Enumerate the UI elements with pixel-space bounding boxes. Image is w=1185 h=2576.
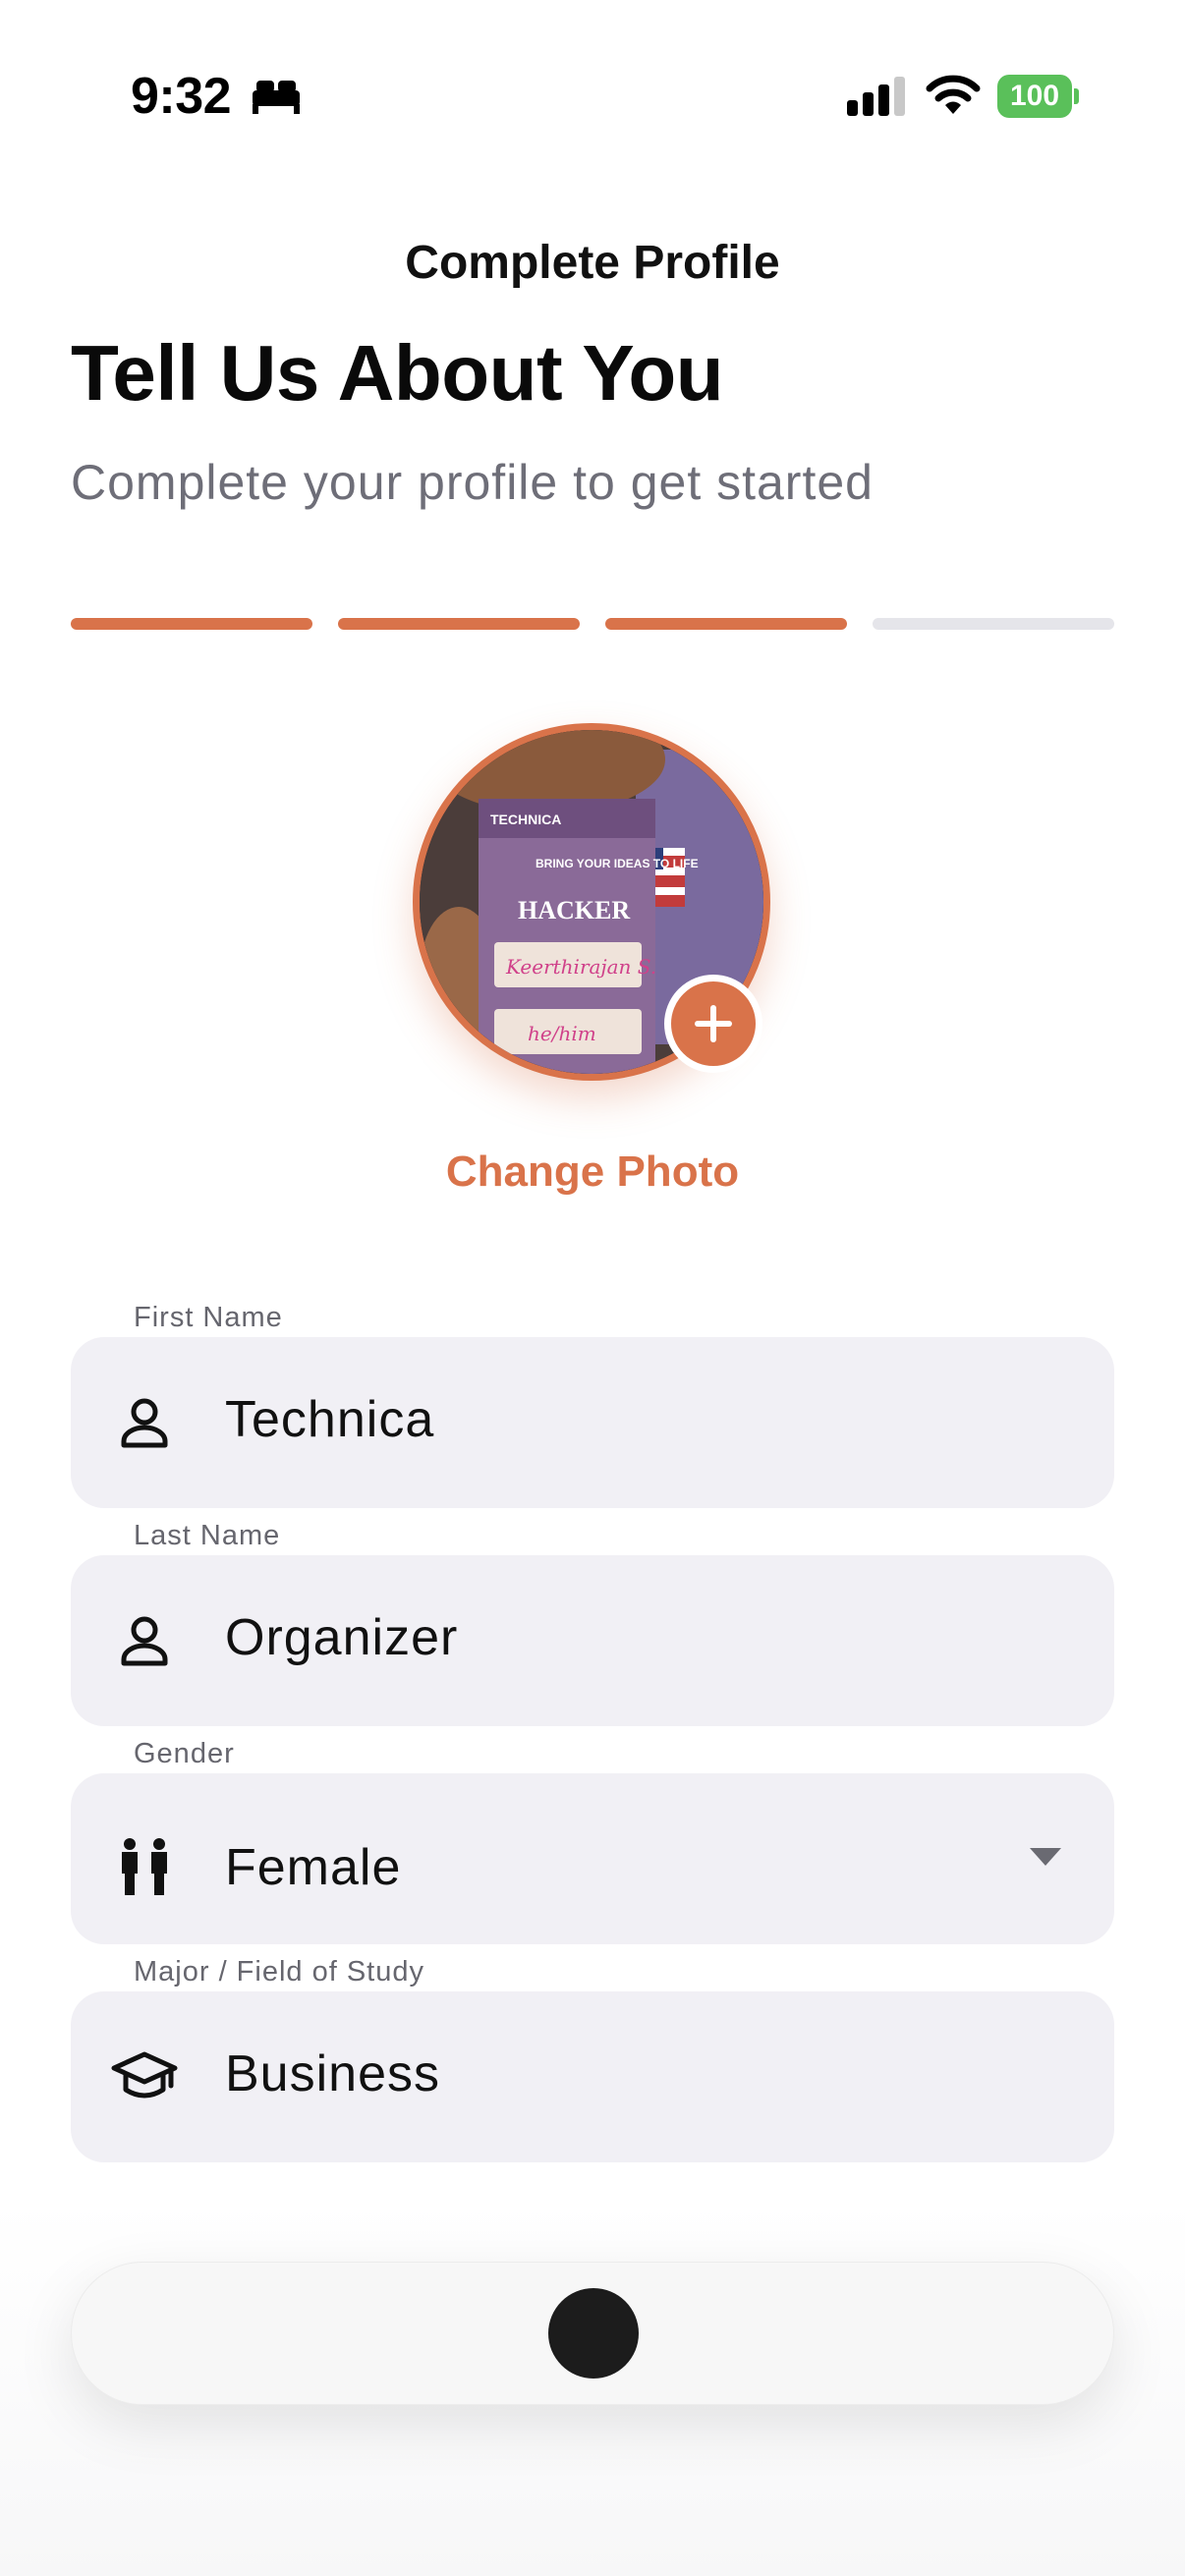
major-input[interactable]: Business	[225, 2044, 440, 2103]
first-name-input[interactable]: Technica	[225, 1390, 434, 1449]
last-name-field[interactable]: Last Name Organizer	[71, 1520, 1114, 1726]
progress-step-3	[605, 618, 847, 630]
badge-brand: TECHNICA	[490, 812, 561, 827]
people-icon	[122, 1838, 167, 1895]
graduation-cap-icon	[111, 2051, 178, 2099]
gender-label: Gender	[130, 1738, 239, 1770]
wifi-icon	[926, 75, 981, 114]
badge-tagline: BRING YOUR IDEAS TO LIFE	[536, 857, 699, 870]
page-title: Tell Us About You	[71, 329, 724, 417]
avatar-container[interactable]: TECHNICA BRING YOUR IDEAS TO LIFE HACKER…	[413, 723, 770, 1081]
page-subtitle: Complete your profile to get started	[71, 455, 874, 510]
gender-value: Female	[225, 1839, 402, 1896]
gender-select[interactable]: Gender Female	[71, 1738, 1114, 1944]
status-bar: 9:32 100	[0, 0, 1185, 196]
change-photo-button[interactable]: Change Photo	[0, 1148, 1185, 1197]
major-label: Major / Field of Study	[130, 1956, 428, 1988]
battery-level: 100	[997, 75, 1072, 118]
chevron-down-icon[interactable]	[1030, 1848, 1061, 1866]
badge-pronouns: he/him	[528, 1022, 596, 1045]
home-button[interactable]	[548, 2288, 639, 2379]
progress-step-2	[338, 618, 580, 630]
step-progress	[71, 618, 1114, 630]
person-icon	[121, 1616, 168, 1666]
progress-step-1	[71, 618, 312, 630]
major-field[interactable]: Major / Field of Study Business	[71, 1956, 1114, 2162]
nav-title: Complete Profile	[405, 237, 780, 289]
last-name-label: Last Name	[130, 1520, 285, 1552]
bottom-action-bar	[71, 2262, 1114, 2405]
badge-title: HACKER	[518, 896, 630, 924]
progress-step-4	[873, 618, 1114, 630]
person-icon	[121, 1398, 168, 1448]
bed-icon	[253, 81, 300, 114]
badge-name: Keerthirajan S.	[505, 955, 656, 979]
signal-icon	[847, 77, 905, 116]
add-photo-button[interactable]	[664, 975, 762, 1073]
battery-icon: 100	[997, 75, 1080, 118]
plus-icon	[695, 1005, 732, 1042]
first-name-field[interactable]: First Name Technica	[71, 1302, 1114, 1508]
status-time: 9:32	[131, 68, 232, 125]
first-name-label: First Name	[130, 1302, 287, 1334]
last-name-input[interactable]: Organizer	[225, 1608, 458, 1667]
